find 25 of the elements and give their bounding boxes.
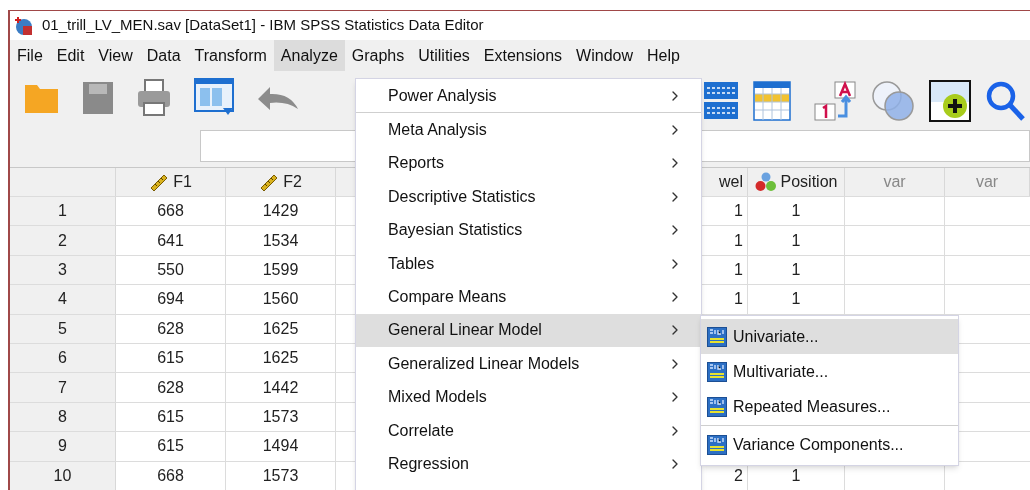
table-cell: 1599 xyxy=(226,255,336,285)
table-cell: 1 xyxy=(748,285,845,314)
table-cell: 1573 xyxy=(226,461,336,490)
table-cell: 1625 xyxy=(226,314,336,344)
table-cell: 694 xyxy=(116,285,226,314)
table-cell: 1 xyxy=(748,197,845,226)
table-cell: 628 xyxy=(116,314,226,344)
table-cell: 615 xyxy=(116,432,226,461)
table-cell: 1573 xyxy=(226,402,336,432)
table-cell: 1 xyxy=(748,255,845,285)
table-cell: 615 xyxy=(116,402,226,432)
table-cell: 1442 xyxy=(226,373,336,402)
table-cell: 1560 xyxy=(226,285,336,314)
table-cell: 668 xyxy=(116,197,226,226)
table-cell: 628 xyxy=(116,373,226,402)
table-cell: 1534 xyxy=(226,226,336,255)
table-cell: 550 xyxy=(116,255,226,285)
window-title: 01_trill_LV_MEN.sav [DataSet1] - IBM SPSS Statistics Data Editor xyxy=(42,15,484,36)
table-cell: 1625 xyxy=(226,344,336,373)
table-cell: 615 xyxy=(116,344,226,373)
table-cell: 1 xyxy=(748,226,845,255)
table-cell: 1494 xyxy=(226,432,336,461)
table-cell: 1429 xyxy=(226,197,336,226)
table-cell: 668 xyxy=(116,461,226,490)
table-cell: 641 xyxy=(116,226,226,255)
